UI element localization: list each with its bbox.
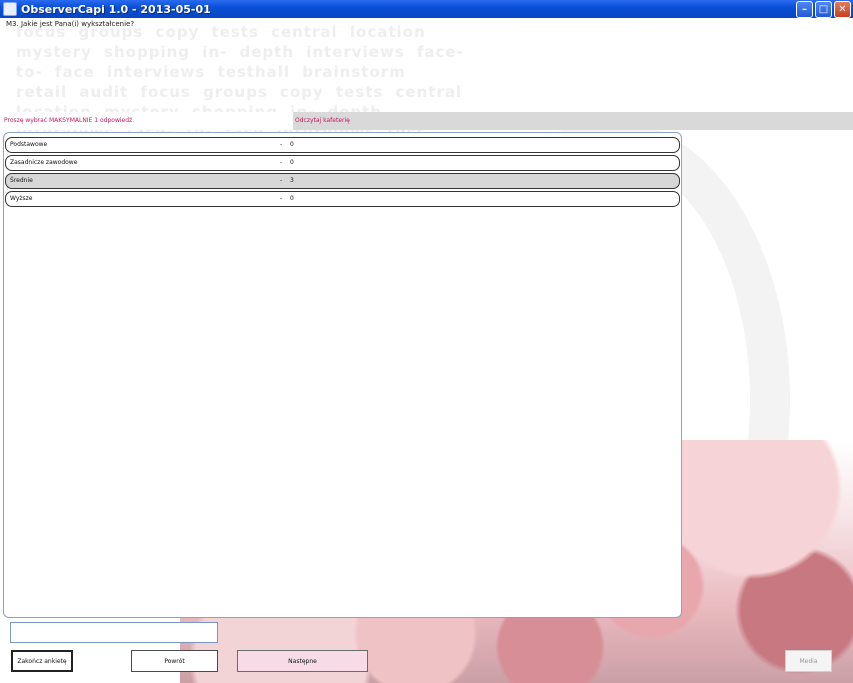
answer-count: 0 — [290, 159, 294, 166]
minimize-icon[interactable]: – — [796, 1, 813, 18]
answer-option-srednie[interactable]: Średnie - 3 — [5, 173, 680, 189]
read-answers-link[interactable]: Odczytaj kafeterię — [293, 112, 595, 130]
window-controls: – □ ✕ — [796, 1, 851, 18]
answer-count: 0 — [290, 141, 294, 148]
app-icon — [3, 2, 17, 16]
answer-label: Wyższe — [10, 195, 33, 202]
answer-count: 0 — [290, 195, 294, 202]
back-button[interactable]: Powrót — [131, 650, 218, 672]
answer-option-wyzsze[interactable]: Wyższe - 0 — [5, 191, 680, 207]
answer-dash: - — [280, 177, 283, 184]
answer-dash: - — [280, 141, 283, 148]
answer-count: 3 — [290, 177, 294, 184]
question-text: M3. Jakie jest Pana(i) wykształcenie? — [6, 20, 135, 28]
answer-label: Średnie — [10, 177, 33, 184]
instruction-text: Proszę wybrać MAKSYMALNIE 1 odpowiedź. — [0, 112, 293, 130]
answers-panel: Podstawowe - 0 Zasadnicze zawodowe - 0 Ś… — [3, 132, 682, 618]
answer-dash: - — [280, 195, 283, 202]
answer-option-podstawowe[interactable]: Podstawowe - 0 — [5, 137, 680, 153]
media-button[interactable]: Media — [785, 650, 832, 672]
answer-label: Zasadnicze zawodowe — [10, 159, 78, 166]
answer-label: Podstawowe — [10, 141, 48, 148]
answer-dash: - — [280, 159, 283, 166]
answer-option-zasadnicze-zawodowe[interactable]: Zasadnicze zawodowe - 0 — [5, 155, 680, 171]
window-title: ObserverCapi 1.0 - 2013-05-01 — [21, 2, 211, 16]
maximize-icon[interactable]: □ — [815, 1, 832, 18]
next-button[interactable]: Następne — [237, 650, 368, 672]
end-survey-button[interactable]: Zakończ ankietę — [11, 650, 73, 672]
close-icon[interactable]: ✕ — [834, 1, 851, 18]
title-bar: ObserverCapi 1.0 - 2013-05-01 – □ ✕ — [0, 0, 853, 18]
open-answer-input[interactable] — [10, 622, 218, 643]
